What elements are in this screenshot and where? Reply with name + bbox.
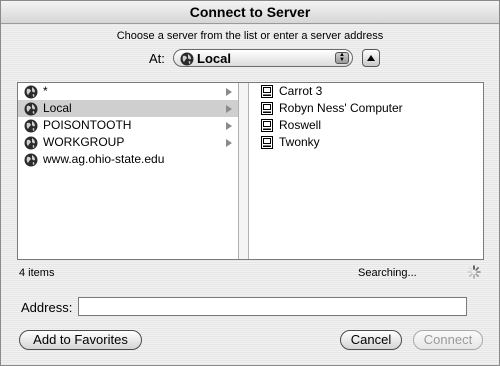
disclosure-arrow-icon — [226, 105, 232, 113]
connect-to-server-window: Connect to Server Choose a server from t… — [0, 0, 500, 366]
window-title: Connect to Server — [189, 4, 311, 20]
globe-icon — [180, 52, 194, 71]
address-field[interactable] — [78, 297, 467, 316]
computer-icon — [261, 136, 273, 154]
server-list-item-label: www.ag.ohio-state.edu — [43, 152, 165, 166]
disclosure-arrow-icon — [226, 122, 232, 130]
server-list-item[interactable]: www.ag.ohio-state.edu — [18, 151, 238, 168]
searching-status: Searching... — [358, 267, 417, 279]
disclosure-arrow-icon — [226, 139, 232, 147]
at-location-popup[interactable]: Local ▲ ▼ — [173, 49, 353, 67]
server-browser: * Local POISONTOOTH WORKGROUP www.ag.ohio-st… — [17, 82, 484, 260]
server-list-item-label: WORKGROUP — [43, 135, 125, 149]
computer-list-item[interactable]: Roswell — [249, 117, 483, 134]
popup-arrows-icon: ▲ ▼ — [335, 52, 349, 64]
computer-list-item-label: Carrot 3 — [279, 84, 323, 98]
item-count: 4 items — [19, 267, 55, 279]
progress-spinner-icon — [467, 265, 481, 279]
computer-list-item-label: Roswell — [279, 118, 322, 132]
title-bar[interactable]: Connect to Server — [1, 1, 499, 24]
server-list-item-label: POISONTOOTH — [43, 118, 132, 132]
computer-list-item[interactable]: Carrot 3 — [249, 83, 483, 100]
at-label: At: — [149, 51, 165, 66]
cancel-button[interactable]: Cancel — [340, 330, 402, 350]
server-column-1: * Local POISONTOOTH WORKGROUP www.ag.ohio-st… — [18, 83, 239, 259]
computer-list-item-label: Twonky — [279, 135, 320, 149]
globe-icon — [24, 153, 38, 172]
server-list-item[interactable]: * — [18, 83, 238, 100]
server-list-item[interactable]: POISONTOOTH — [18, 117, 238, 134]
address-label: Address: — [21, 300, 73, 315]
computer-list-item-label: Robyn Ness' Computer — [279, 101, 403, 115]
add-to-favorites-button[interactable]: Add to Favorites — [19, 330, 142, 350]
instruction-text: Choose a server from the list or enter a… — [116, 30, 384, 42]
server-list-item-label: Local — [43, 101, 72, 115]
server-list-item[interactable]: Local — [18, 100, 238, 117]
server-column-2: Carrot 3 Robyn Ness' Computer Roswell Twonk… — [249, 83, 483, 259]
connect-button[interactable]: Connect — [413, 330, 483, 350]
parent-level-button[interactable] — [362, 49, 380, 67]
server-list-item[interactable]: WORKGROUP — [18, 134, 238, 151]
computer-list-item[interactable]: Robyn Ness' Computer — [249, 100, 483, 117]
disclosure-arrow-icon — [226, 88, 232, 96]
up-arrow-icon — [367, 55, 375, 61]
column-divider[interactable] — [239, 83, 249, 259]
server-list-item-label: * — [43, 84, 48, 98]
computer-list-item[interactable]: Twonky — [249, 134, 483, 151]
at-location-value: Local — [197, 51, 231, 66]
